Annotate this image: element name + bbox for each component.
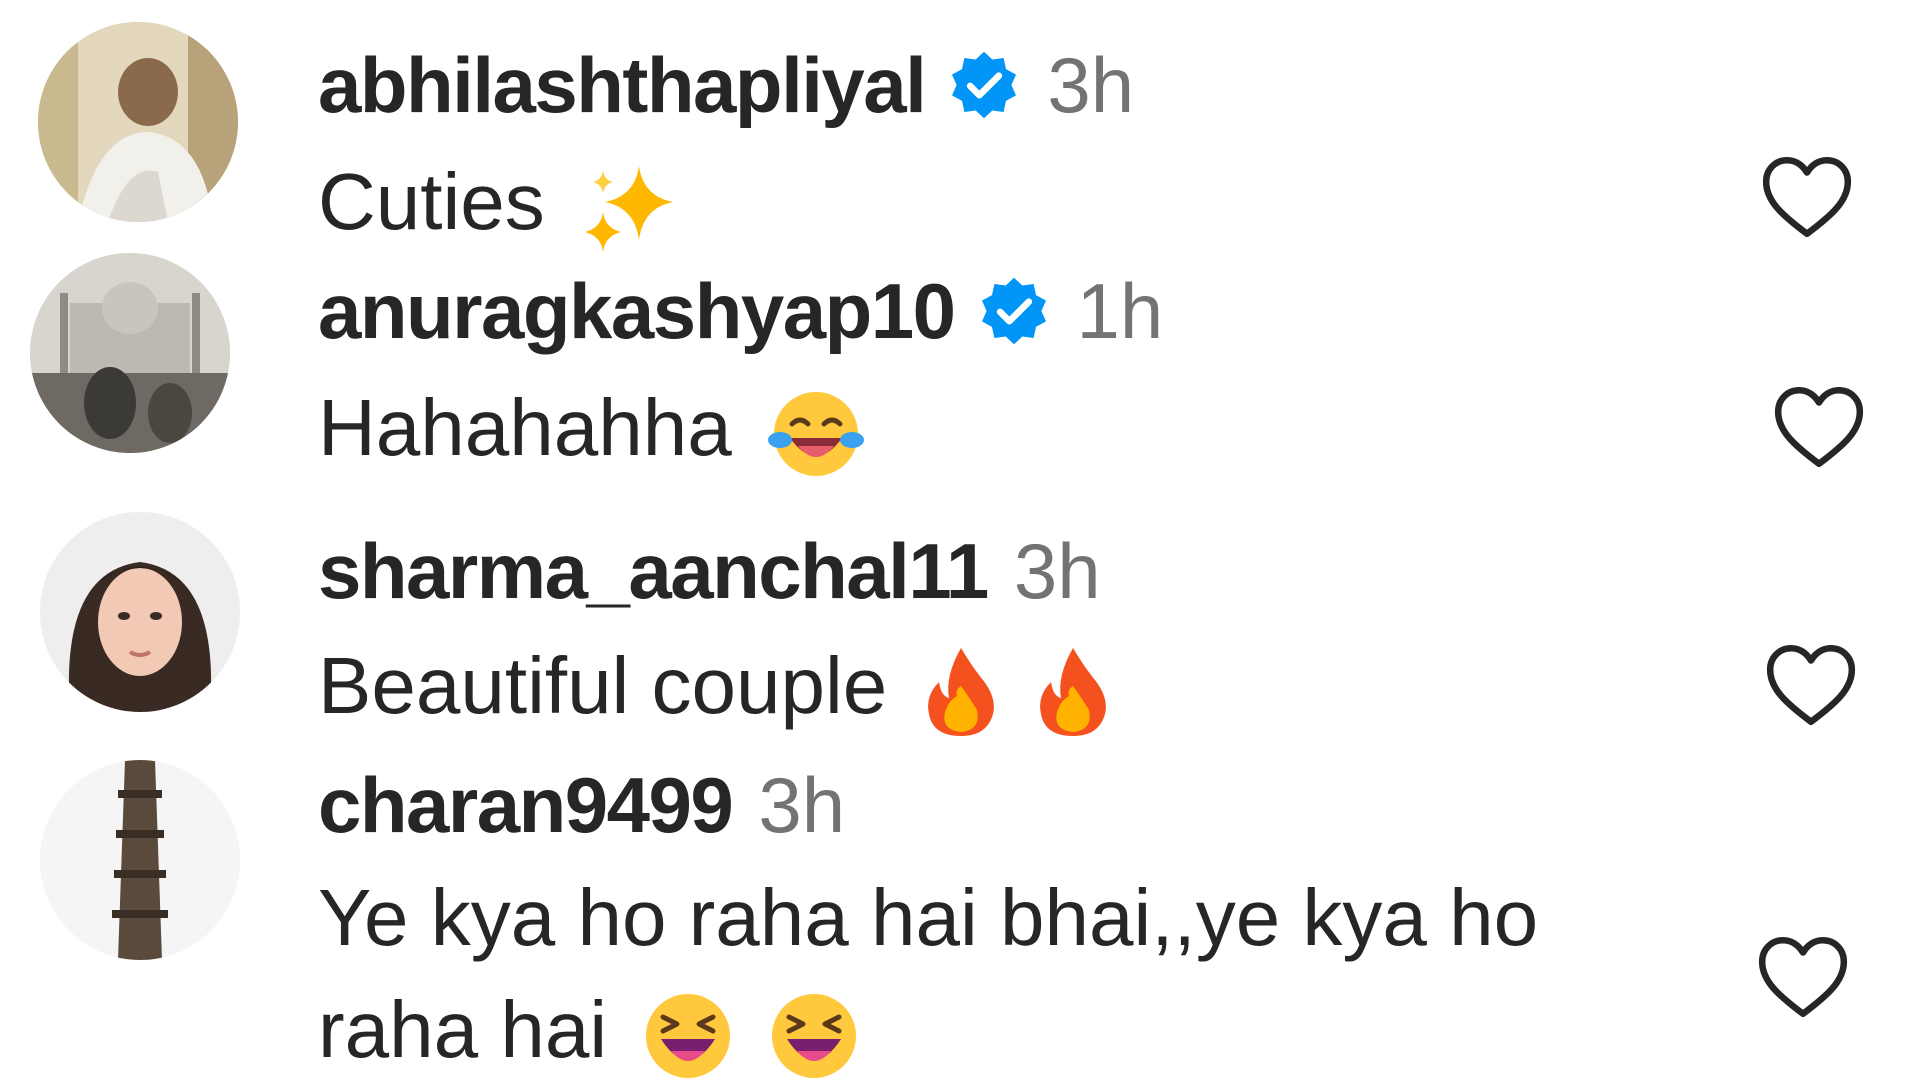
sparkles-emoji <box>581 162 677 254</box>
comment-timestamp[interactable]: 3h <box>758 760 845 851</box>
like-button[interactable] <box>1758 152 1856 242</box>
avatar[interactable] <box>38 22 238 222</box>
comment-timestamp[interactable]: 3h <box>1014 526 1101 617</box>
comment-username[interactable]: anuragkashyap10 <box>318 266 956 357</box>
fire-emoji <box>1035 646 1111 738</box>
comment-username[interactable]: abhilashthapliyal <box>318 40 927 131</box>
verified-badge-icon <box>977 274 1051 348</box>
comment-text: Hahahahha <box>318 372 1638 484</box>
like-button[interactable] <box>1770 382 1868 472</box>
comment-username[interactable]: charan9499 <box>318 760 734 851</box>
avatar[interactable] <box>40 512 240 712</box>
comment-body: Ye kya ho raha hai bhai,,ye kya ho raha … <box>318 873 1539 1074</box>
heart-outline-icon <box>1758 936 1848 1018</box>
grinning-squinting-face-emoji <box>643 991 733 1081</box>
comment-body: Beautiful couple <box>318 641 888 730</box>
comment-text: Ye kya ho raha hai bhai,,ye kya ho raha … <box>318 862 1688 1086</box>
heart-outline-icon <box>1762 156 1852 238</box>
heart-outline-icon <box>1774 386 1864 468</box>
like-button[interactable] <box>1754 932 1852 1022</box>
grinning-squinting-face-emoji <box>769 991 859 1081</box>
comment-text: Cuties <box>318 146 1638 258</box>
avatar[interactable] <box>40 760 240 960</box>
comment-body: Cuties <box>318 157 545 246</box>
comment-username[interactable]: sharma_aanchal11 <box>318 526 989 617</box>
fire-emoji <box>923 646 999 738</box>
like-button[interactable] <box>1762 640 1860 730</box>
comment-timestamp[interactable]: 1h <box>1077 266 1164 357</box>
verified-badge-icon <box>947 48 1021 122</box>
comment-timestamp[interactable]: 3h <box>1047 40 1134 131</box>
avatar[interactable] <box>30 253 230 453</box>
face-with-tears-of-joy-emoji <box>767 388 864 480</box>
heart-outline-icon <box>1766 644 1856 726</box>
comment-body: Hahahahha <box>318 383 732 472</box>
comment-text: Beautiful couple <box>318 630 1638 742</box>
